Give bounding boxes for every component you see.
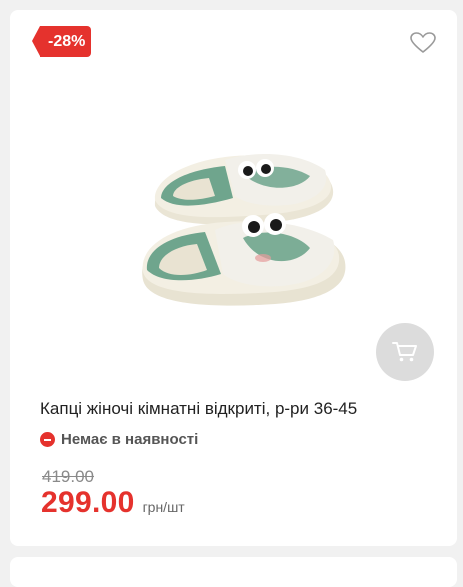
back-slipper — [154, 154, 334, 225]
availability-status: Немає в наявності — [40, 431, 198, 448]
old-price: 419.00 — [42, 467, 94, 486]
discount-badge: -28% — [31, 26, 92, 57]
shopping-cart-icon — [392, 342, 417, 362]
price-row: 299.00 грн/шт — [41, 486, 185, 520]
product-image[interactable] — [125, 140, 355, 320]
next-product-card — [10, 557, 457, 587]
heart-icon[interactable] — [410, 32, 436, 54]
front-slipper — [142, 213, 346, 306]
product-title[interactable]: Капці жіночі кімнатні відкриті, р-ри 36-… — [40, 399, 440, 419]
availability-text: Немає в наявності — [61, 431, 199, 448]
current-price: 299.00 — [41, 486, 135, 519]
add-to-cart-button[interactable] — [376, 323, 434, 381]
product-card[interactable]: -28% Капці жіночі кімнатні відкриті, р-р… — [10, 10, 457, 546]
stop-circle-icon — [40, 432, 55, 447]
price-unit: грн/шт — [142, 499, 185, 515]
